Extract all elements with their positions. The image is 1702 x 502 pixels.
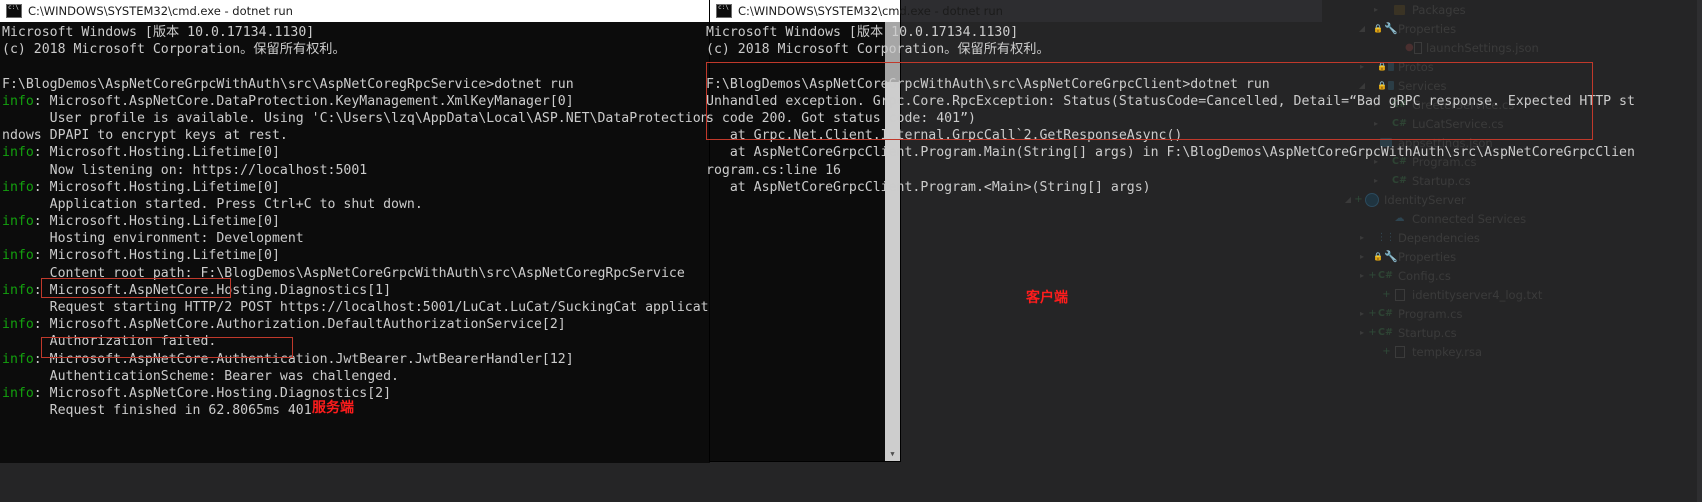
chevron-right-icon[interactable]: ▸ [1356,328,1368,337]
console-line-text: : Microsoft.AspNetCore.Hosting.Diagnosti… [33,282,392,298]
csharp-file-icon: C# [1378,308,1393,319]
console-line: Request finished in 62.8065ms 401 [2,403,312,419]
console-line: Now listening on: https://localhost:5001 [2,162,368,178]
console-line: info: Microsoft.AspNetCore.DataProtectio… [2,93,710,110]
console-line: info: Microsoft.AspNetCore.Authenticatio… [2,351,710,368]
text-file-icon [1391,288,1408,301]
source-control-add-icon: + [1382,346,1391,357]
source-control-add-icon: + [1368,308,1377,319]
properties-wrench-icon: 🔒 🔧 [1373,250,1398,263]
solution-explorer-item[interactable]: ▸ 🔒 🔧 Properties [1322,247,1702,266]
solution-explorer-item[interactable]: ☁ Connected Services [1322,209,1702,228]
console-line: F:\BlogDemos\AspNetCoreGrpcWithAuth\src\… [2,76,574,92]
console-line: Microsoft Windows [版本 10.0.17134.1130] [706,25,1019,40]
console-line: User profile is available. Using 'C:\Use… [2,110,710,126]
console-line: info: Microsoft.AspNetCore.Hosting.Diagn… [2,282,710,299]
console-line: (c) 2018 Microsoft Corporation。保留所有权利。 [706,42,1050,58]
log-level-info: info [2,145,34,161]
chevron-right-icon[interactable]: ▸ [1370,5,1382,14]
console-line: Authorization failed. [2,334,217,350]
log-level-info: info [2,317,34,333]
server-console-title: C:\WINDOWS\SYSTEM32\cmd.exe - dotnet run [28,4,293,18]
solution-explorer-item-label: Properties [1398,249,1457,264]
solution-explorer-item[interactable]: ▸ ⋮⋮ Dependencies [1322,228,1702,247]
log-level-info: info [2,248,34,264]
console-line: Request starting HTTP/2 POST https://loc… [2,300,710,315]
console-line: Unhandled exception. Grpc.Core.RpcExcept… [706,93,1635,109]
log-level-info: info [2,385,34,401]
console-line: at AspNetCoreGrpcClient.Program.<Main>(S… [706,179,1151,195]
packages-icon [1391,4,1408,15]
console-line: info: Microsoft.Hosting.Lifetime[0] [2,179,710,196]
console-line: AuthenticationScheme: Bearer was challen… [2,368,399,384]
console-line: at AspNetCoreGrpcClient.Program.Main(Str… [706,145,1635,161]
console-line: rogram.cs:line 16 [706,162,841,178]
solution-explorer-item-label: Config.cs [1398,268,1451,283]
console-line: Content root path: F:\BlogDemos\AspNetCo… [2,265,685,281]
chevron-right-icon[interactable]: ▸ [1356,271,1368,280]
cmd-icon [716,4,732,18]
console-line: info: Microsoft.Hosting.Lifetime[0] [2,213,710,230]
csharp-file-icon: C# [1378,327,1393,338]
console-line: Microsoft Windows [版本 10.0.17134.1130] [2,25,315,40]
solution-explorer-item[interactable]: ▸ Packages [1322,0,1702,19]
connected-services-icon: ☁ [1394,213,1405,224]
console-line: (c) 2018 Microsoft Corporation。保留所有权利。 [2,42,346,58]
server-console-output: Microsoft Windows [版本 10.0.17134.1130] (c… [0,22,710,463]
chevron-right-icon[interactable]: ▸ [1356,309,1368,318]
client-console-titlebar[interactable]: C:\WINDOWS\SYSTEM32\cmd.exe - dotnet run [710,0,1003,22]
console-line-text: : Microsoft.AspNetCore.DataProtection.Ke… [33,93,574,109]
console-line: info: Microsoft.Hosting.Lifetime[0] [2,144,710,161]
console-line: info: Microsoft.AspNetCore.Authorization… [2,316,710,333]
source-control-add-icon: + [1382,289,1391,300]
console-line: F:\BlogDemos\AspNetCoreGrpcWithAuth\src\… [706,76,1270,92]
client-console-title: C:\WINDOWS\SYSTEM32\cmd.exe - dotnet run [738,4,1003,18]
solution-explorer-item-label: Startup.cs [1398,325,1457,340]
server-console-window[interactable]: C:\WINDOWS\SYSTEM32\cmd.exe - dotnet run… [0,0,710,463]
console-line: s code 200. Got status code: 401”) [706,110,976,126]
log-level-info: info [2,93,34,109]
console-line-text: : Microsoft.Hosting.Lifetime[0] [33,179,280,195]
console-line: at Grpc.Net.Client.Internal.GrpcCall`2.G… [706,128,1183,144]
log-level-info: info [2,179,34,195]
console-line-text: : Microsoft.AspNetCore.Hosting.Diagnosti… [33,385,392,401]
solution-explorer-item[interactable]: + identityserver4_log.txt [1322,285,1702,304]
solution-explorer-item-label: Connected Services [1412,211,1527,226]
solution-explorer-item[interactable]: + tempkey.rsa [1322,342,1702,361]
solution-explorer-item[interactable]: ▸ + C# Config.cs [1322,266,1702,285]
source-control-add-icon: + [1368,327,1377,338]
client-console-output: Microsoft Windows [版本 10.0.17134.1130] (c… [706,24,1702,204]
server-console-titlebar[interactable]: C:\WINDOWS\SYSTEM32\cmd.exe - dotnet run [0,0,710,22]
dependencies-icon: ⋮⋮ [1376,232,1396,243]
text-file-icon [1391,345,1408,358]
cmd-icon [6,4,22,18]
chevron-right-icon[interactable]: ▸ [1356,252,1368,261]
solution-explorer-item-label: tempkey.rsa [1412,344,1482,359]
solution-explorer-item-label: Packages [1412,2,1466,17]
solution-explorer-item-label: Dependencies [1398,230,1480,245]
console-line: ndows DPAPI to encrypt keys at rest. [2,128,288,144]
solution-explorer-item-label: Program.cs [1398,306,1463,321]
console-line-text: : Microsoft.AspNetCore.Authentication.Jw… [33,351,574,367]
scroll-down-icon[interactable]: ▼ [885,446,900,461]
console-line-text: : Microsoft.Hosting.Lifetime[0] [33,145,280,161]
log-level-info: info [2,282,34,298]
console-line: Application started. Press Ctrl+C to shu… [2,196,423,212]
console-line-text: : Microsoft.AspNetCore.Authorization.Def… [33,317,566,333]
log-level-info: info [2,351,34,367]
solution-explorer-item-label: identityserver4_log.txt [1412,287,1543,302]
csharp-file-icon: C# [1378,270,1393,281]
console-line: info: Microsoft.Hosting.Lifetime[0] [2,247,710,264]
log-level-info: info [2,214,34,230]
solution-explorer-item[interactable]: ▸ + C# Startup.cs [1322,323,1702,342]
console-line-text: : Microsoft.Hosting.Lifetime[0] [33,214,280,230]
solution-explorer-item[interactable]: ▸ + C# Program.cs [1322,304,1702,323]
chevron-right-icon[interactable]: ▸ [1356,233,1368,242]
source-control-add-icon: + [1368,270,1377,281]
console-line-text: : Microsoft.Hosting.Lifetime[0] [33,248,280,264]
console-line: info: Microsoft.AspNetCore.Hosting.Diagn… [2,385,710,402]
console-line: Hosting environment: Development [2,231,304,247]
